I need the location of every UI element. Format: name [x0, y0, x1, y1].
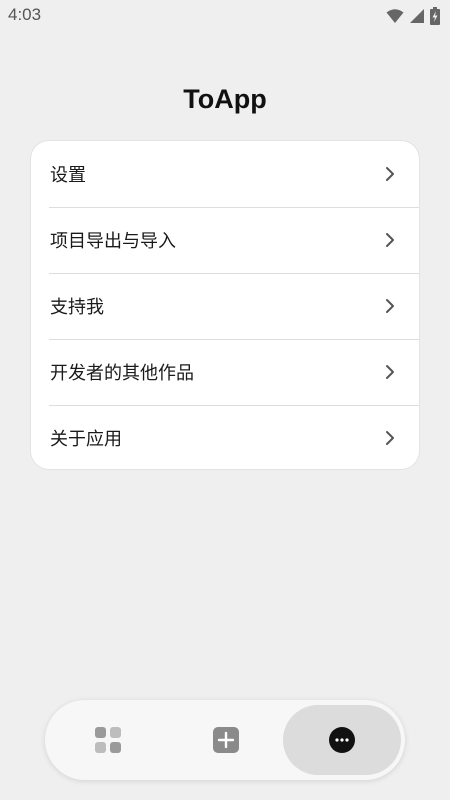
battery-charging-icon: [430, 7, 440, 25]
cellular-signal-icon: [410, 9, 424, 23]
chevron-right-icon: [386, 233, 394, 247]
screen: 4:03 ToApp 设置 项目导出与导入 支持我 开发者的其他作品 关于应用: [0, 0, 450, 800]
menu-item-label: 项目导出与导入: [50, 231, 176, 252]
wifi-icon: [386, 8, 404, 24]
nav-add-button[interactable]: [183, 700, 269, 780]
app-title: ToApp: [183, 84, 267, 114]
bottom-nav-bar: [45, 700, 405, 780]
menu-item-support-me[interactable]: 支持我: [31, 273, 419, 339]
menu-item-label: 开发者的其他作品: [50, 363, 194, 384]
chevron-right-icon: [386, 299, 394, 313]
status-icons: [386, 7, 440, 25]
menu-item-label: 关于应用: [50, 429, 122, 450]
nav-home-button[interactable]: [65, 700, 151, 780]
status-bar: 4:03: [0, 0, 450, 32]
menu-item-settings[interactable]: 设置: [31, 141, 419, 207]
chevron-right-icon: [386, 167, 394, 181]
grid-icon: [95, 727, 121, 753]
menu-item-project-export-import[interactable]: 项目导出与导入: [31, 207, 419, 273]
nav-more-button[interactable]: [283, 705, 401, 775]
chevron-right-icon: [386, 365, 394, 379]
menu-item-label: 支持我: [50, 297, 104, 318]
menu-item-about-app[interactable]: 关于应用: [31, 405, 419, 469]
chevron-right-icon: [386, 431, 394, 445]
menu-item-label: 设置: [50, 165, 86, 186]
plus-square-icon: [213, 727, 239, 753]
menu-item-developer-other-works[interactable]: 开发者的其他作品: [31, 339, 419, 405]
status-time: 4:03: [8, 5, 42, 24]
settings-menu-card: 设置 项目导出与导入 支持我 开发者的其他作品 关于应用: [31, 141, 419, 469]
more-dots-icon: [329, 727, 355, 753]
